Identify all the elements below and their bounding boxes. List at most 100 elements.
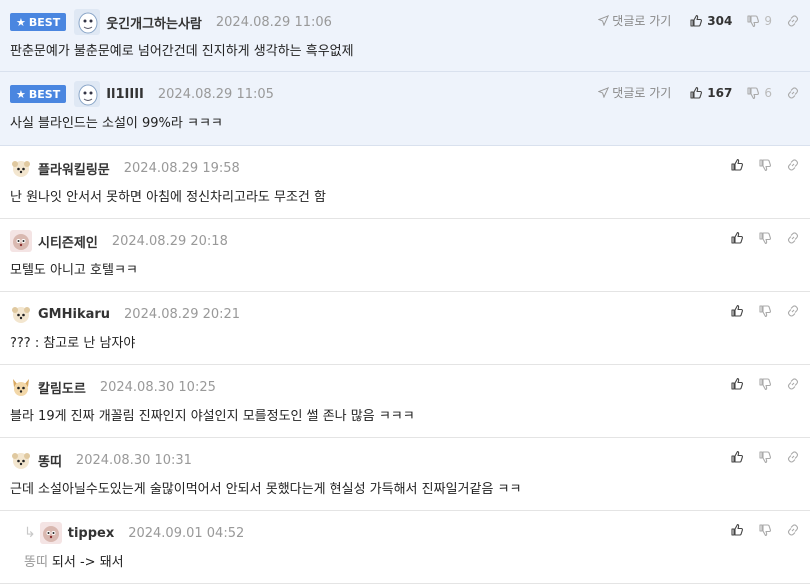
goto-comment-link[interactable]: 댓글로 가기: [598, 12, 671, 29]
thumbs-up-icon: [731, 158, 743, 171]
comment-date: 2024.08.29 20:21: [124, 306, 241, 322]
comment-text: 판춘문예가 불춘문예로 넘어간건데 진지하게 생각하는 흑우없제: [10, 44, 354, 59]
comment-author[interactable]: 똥띠: [38, 451, 62, 470]
downvote-button[interactable]: [758, 304, 772, 318]
share-link-button[interactable]: [786, 86, 800, 100]
comment-list: ★ BEST 웃긴개그하는사람 2024.08.29 11:06 댓글로 가기 3…: [0, 0, 810, 584]
comment-author[interactable]: 플라워킬링문: [38, 159, 110, 178]
thumbs-up-icon: [731, 450, 743, 463]
link-icon: [787, 86, 799, 99]
avatar[interactable]: [74, 81, 101, 107]
avatar[interactable]: [74, 9, 101, 35]
comment-date: 2024.08.29 19:58: [123, 160, 240, 176]
thumbs-up-icon: [690, 86, 703, 99]
upvote-button[interactable]: 304: [689, 14, 732, 28]
comment-date: 2024.08.29 20:18: [111, 233, 228, 249]
upvote-button[interactable]: [730, 158, 744, 172]
share-link-button[interactable]: [786, 450, 800, 464]
link-icon: [787, 524, 799, 536]
comment-date: 2024.08.29 11:06: [215, 14, 332, 30]
comment-header: GMHikaru 2024.08.29 20:21: [10, 301, 240, 327]
downvote-button[interactable]: 6: [746, 86, 772, 100]
comment-item: 칼림도르 2024.08.30 10:25 블라 19게 진짜 개꼴림 진짜인지…: [0, 365, 810, 438]
share-link-button[interactable]: [786, 304, 800, 318]
avatar[interactable]: [10, 157, 32, 179]
share-link-button[interactable]: [786, 523, 800, 537]
avatar[interactable]: [39, 522, 62, 544]
comment-author[interactable]: Il1IIII: [106, 87, 144, 102]
upvote-button[interactable]: [730, 450, 744, 464]
downvote-button[interactable]: [758, 231, 772, 245]
upvote-button[interactable]: [730, 231, 744, 245]
thumbs-down-icon: [747, 86, 760, 99]
upvote-count: 304: [707, 13, 733, 28]
comment-actions: [716, 158, 800, 172]
comment-text: 블라 19게 진짜 개꼴림 진짜인지 야설인지 모를정도인 썰 존나 많음 ㅋㅋ…: [10, 409, 415, 424]
downvote-count: 9: [764, 13, 772, 28]
comment-date: 2024.08.30 10:25: [99, 379, 216, 395]
comment-header: ★ BEST Il1IIII 2024.08.29 11:05: [10, 81, 274, 107]
comment-item: GMHikaru 2024.08.29 20:21 ??? : 참고로 난 남자…: [0, 292, 810, 365]
link-icon: [787, 378, 799, 390]
avatar[interactable]: [10, 449, 32, 471]
thumbs-down-icon: [759, 451, 771, 464]
best-comment: ★ BEST 웃긴개그하는사람 2024.08.29 11:06 댓글로 가기 3…: [0, 0, 810, 72]
comment-actions: [716, 450, 800, 464]
upvote-button[interactable]: [730, 377, 744, 391]
comment-author[interactable]: 웃긴개그하는사람: [106, 13, 202, 32]
reply-arrow-icon: ↳: [24, 525, 36, 541]
avatar[interactable]: [10, 303, 32, 325]
upvote-button[interactable]: [730, 523, 744, 537]
link-icon: [787, 451, 799, 463]
comment-item: 플라워킬링문 2024.08.29 19:58 난 원나잇 안서서 못하면 아침…: [0, 146, 810, 219]
thumbs-down-icon: [747, 14, 760, 27]
star-icon: ★: [16, 87, 26, 101]
comment-author[interactable]: 시티즌제인: [38, 232, 98, 251]
send-arrow-icon: [598, 15, 610, 26]
comment-date: 2024.08.29 11:05: [157, 86, 274, 102]
comment-header: 시티즌제인 2024.08.29 20:18: [10, 228, 228, 254]
link-icon: [787, 305, 799, 317]
comment-header: 플라워킬링문 2024.08.29 19:58: [10, 155, 240, 181]
upvote-button[interactable]: [730, 304, 744, 318]
star-icon: ★: [16, 15, 26, 29]
share-link-button[interactable]: [786, 231, 800, 245]
thumbs-up-icon: [731, 231, 743, 244]
comment-author[interactable]: 칼림도르: [38, 378, 86, 397]
comment-text: 근데 소설아닐수도있는게 술많이먹어서 안되서 못했다는게 현실성 가득해서 진…: [10, 482, 522, 497]
reply-item: ↳ tippex 2024.09.01 04:52 똥띠 되서 -> 돼서: [0, 511, 810, 584]
upvote-button[interactable]: 167: [689, 86, 732, 100]
upvote-count: 167: [707, 85, 733, 100]
downvote-count: 6: [764, 85, 772, 100]
avatar[interactable]: [10, 376, 32, 398]
avatar[interactable]: [10, 230, 32, 252]
share-link-button[interactable]: [786, 14, 800, 28]
comment-actions: [716, 304, 800, 318]
thumbs-down-icon: [759, 232, 771, 245]
goto-comment-link[interactable]: 댓글로 가기: [598, 84, 671, 101]
downvote-button[interactable]: [758, 523, 772, 537]
share-link-button[interactable]: [786, 377, 800, 391]
comment-text: ??? : 참고로 난 남자야: [10, 336, 136, 351]
comment-header: ↳ tippex 2024.09.01 04:52: [24, 520, 244, 546]
thumbs-down-icon: [759, 159, 771, 172]
mention-tag[interactable]: 똥띠: [24, 555, 48, 570]
thumbs-up-icon: [731, 304, 743, 317]
comment-author[interactable]: tippex: [68, 526, 114, 541]
comment-actions: [716, 377, 800, 391]
comment-actions: [716, 231, 800, 245]
comment-actions: [716, 523, 800, 537]
thumbs-up-icon: [731, 377, 743, 390]
thumbs-up-icon: [690, 14, 703, 27]
comment-author[interactable]: GMHikaru: [38, 307, 110, 322]
share-link-button[interactable]: [786, 158, 800, 172]
downvote-button[interactable]: [758, 158, 772, 172]
comment-header: 똥띠 2024.08.30 10:31: [10, 447, 192, 473]
downvote-button[interactable]: 9: [746, 14, 772, 28]
downvote-button[interactable]: [758, 377, 772, 391]
thumbs-up-icon: [731, 523, 743, 536]
comment-text: 사실 블라인드는 소설이 99%라 ㅋㅋㅋ: [10, 116, 223, 131]
thumbs-down-icon: [759, 378, 771, 391]
link-icon: [787, 159, 799, 171]
downvote-button[interactable]: [758, 450, 772, 464]
